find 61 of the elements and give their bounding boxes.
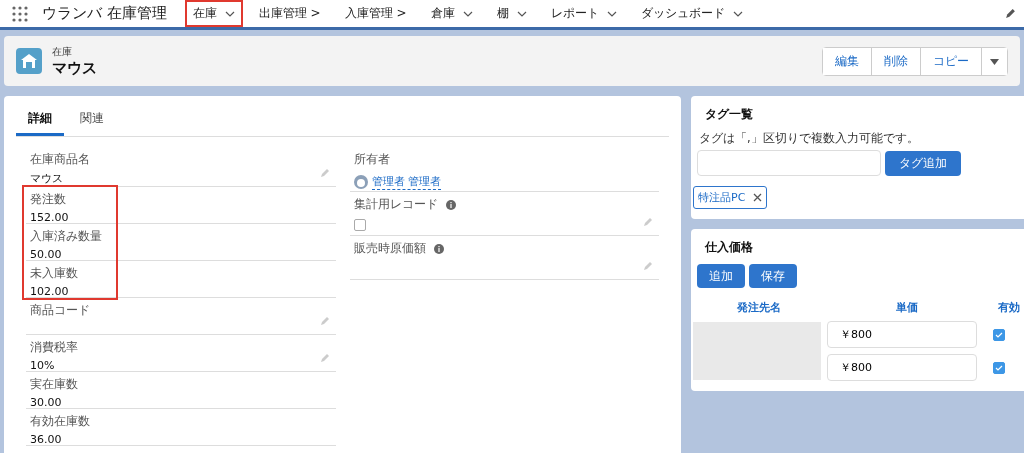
field-value: 30.00: [30, 396, 62, 409]
nav-tab[interactable]: 倉庫: [422, 0, 481, 27]
record-name: マウス: [52, 58, 97, 78]
info-icon: [445, 199, 456, 210]
column-header: 発注先名: [736, 300, 782, 315]
nav-tab[interactable]: 出庫管理 >: [250, 0, 329, 27]
field-value: 102.00: [30, 285, 69, 298]
checkbox[interactable]: [993, 361, 1005, 374]
nav-tab[interactable]: 在庫: [184, 0, 243, 27]
field-label: 入庫済み数量: [30, 228, 102, 245]
card-title: 仕入価格: [703, 239, 754, 256]
field-value: 10%: [30, 359, 55, 372]
action-button[interactable]: 追加: [697, 264, 745, 288]
field-label: 商品コード: [30, 302, 90, 319]
chevron-down-icon: [462, 10, 473, 17]
close-icon[interactable]: [753, 193, 763, 202]
chevron-down-icon: [516, 10, 527, 17]
field-label: 実在庫数: [30, 376, 78, 393]
checkbox[interactable]: [353, 219, 366, 231]
column-header: 単価: [895, 300, 919, 315]
tab[interactable]: 詳細: [16, 104, 64, 136]
field-label: 発注数: [30, 191, 66, 208]
nav-tab[interactable]: ダッシュボード: [632, 0, 751, 27]
field-value: マウス: [30, 171, 63, 186]
caret-icon: [990, 59, 999, 65]
chevron-down-icon: [224, 10, 235, 17]
field-label: 在庫商品名: [30, 151, 90, 168]
checkbox[interactable]: [993, 328, 1005, 341]
tag-input[interactable]: [697, 150, 881, 176]
field-label: 販売時原価額: [353, 240, 426, 257]
action-button[interactable]: 編集: [823, 47, 872, 75]
field-label: 消費税率: [30, 339, 78, 356]
add-tag-button[interactable]: タグ追加: [885, 150, 961, 176]
info-icon: [433, 243, 444, 254]
card-title: タグ一覧: [704, 106, 754, 123]
house-icon: [16, 48, 42, 74]
nav-tab[interactable]: レポート: [542, 0, 625, 27]
chevron-down-icon: [606, 10, 617, 17]
action-button[interactable]: 保存: [749, 264, 797, 288]
nav-tab[interactable]: 入庫管理 >: [336, 0, 415, 27]
nav-tab[interactable]: 棚: [488, 0, 535, 27]
price-field[interactable]: ￥800: [827, 354, 977, 381]
field-label: 集計用レコード: [353, 196, 438, 213]
object-type: 在庫: [52, 44, 73, 59]
field-value: 36.00: [30, 433, 62, 446]
pencil-icon[interactable]: [1005, 8, 1016, 19]
field-value: 50.00: [30, 248, 62, 261]
column-header: 有効: [997, 300, 1021, 315]
field-value: 152.00: [30, 211, 69, 224]
app-title: ウランバ 在庫管理: [42, 4, 167, 23]
field-label: 未入庫数: [30, 265, 78, 282]
field-label: 有効在庫数: [30, 413, 90, 430]
avatar-icon: [353, 175, 368, 189]
app-launcher-icon[interactable]: [12, 5, 28, 22]
owner-link[interactable]: 管理者 管理者: [371, 174, 441, 190]
hint-text: タグは「,」区切りで複数入力可能です。: [698, 131, 920, 147]
field-label: 所有者: [353, 151, 390, 168]
tag-label: 特注品PC: [698, 190, 746, 205]
price-field[interactable]: ￥800: [827, 321, 977, 348]
chevron-down-icon: [732, 10, 743, 17]
tab[interactable]: 関連: [68, 104, 116, 136]
